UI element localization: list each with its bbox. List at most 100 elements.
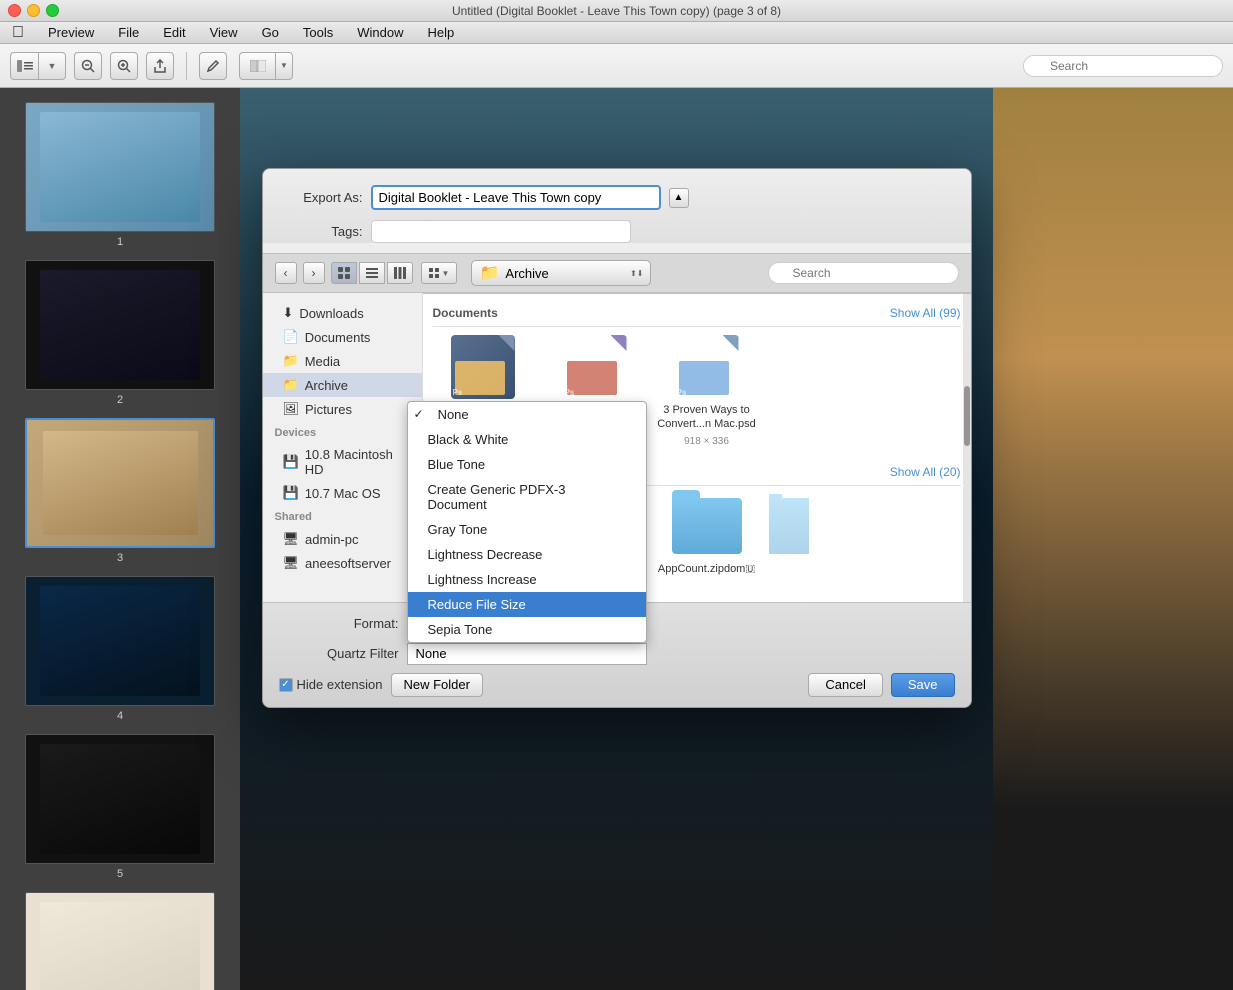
minimize-button[interactable] [27,4,40,17]
quartz-option-blue-tone[interactable]: Blue Tone [408,452,646,477]
close-button[interactable] [8,4,21,17]
location-dropdown[interactable]: 📁 Archive ⬆⬇ [471,260,651,286]
thumb-number-2: 2 [117,394,123,406]
expand-toggle-button[interactable]: ▼ [38,52,66,80]
sidebar-item-macintosh-hd[interactable]: 💾 10.8 Macintosh HD [263,443,422,481]
save-dialog: Export As: ▲ Tags: ‹ › [262,168,972,708]
sidebar-item-archive[interactable]: 📁 Archive [263,373,422,397]
menu-edit[interactable]: Edit [159,23,189,42]
thumbnail-4[interactable]: 4 [0,570,240,728]
sidebar-item-aneesoftserver[interactable]: 🖥 aneesoftserver [263,551,422,575]
thumbnail-3[interactable]: 3 [0,412,240,570]
sidebar-toggle-button[interactable] [10,52,38,80]
right-preview-strip [993,88,1233,990]
file-size-2: 918 × 336 [684,436,729,447]
panel-button[interactable] [239,52,275,80]
file-name-2: 3 Proven Ways to Convert...n Mac.psd [657,403,757,432]
documents-section-title: Documents [433,306,498,320]
quartz-dropdown: None Black & White Blue Tone Create Gene… [407,401,647,643]
folder-name-2: AppCount.zipdom🇺 [658,562,755,576]
file-item-3[interactable] [769,335,819,447]
menu-file[interactable]: File [114,23,143,42]
icon-view-button[interactable] [331,262,357,284]
apple-menu[interactable]:  [8,22,28,44]
quartz-option-lightness-decrease[interactable]: Lightness Decrease [408,542,646,567]
menu-view[interactable]: View [206,23,242,42]
folders-show-all[interactable]: Show All (20) [890,465,961,479]
scrollbar-track[interactable] [963,294,971,602]
new-folder-button[interactable]: New Folder [391,673,483,697]
file-search-input[interactable] [768,262,959,284]
thumbnail-5[interactable]: 5 [0,728,240,886]
zoom-out-button[interactable] [74,52,102,80]
dialog-bottom: Format: PDF ▼ Quartz Filter [263,602,971,707]
hide-extension-checkbox[interactable]: ✓ [279,678,293,692]
quartz-option-label: None [438,407,469,422]
folder-item-3[interactable] [769,494,809,576]
quartz-option-label: Blue Tone [428,457,486,472]
menu-help[interactable]: Help [424,23,459,42]
quartz-option-label: Lightness Increase [428,572,537,587]
maximize-button[interactable] [46,4,59,17]
toolbar: ▼ [0,44,1233,88]
sidebar-item-mac-os[interactable]: 💾 10.7 Mac OS [263,481,422,505]
quartz-option-none[interactable]: None [408,402,646,427]
quartz-option-reduce-file-size[interactable]: Reduce File Size [408,592,646,617]
nav-back-button[interactable]: ‹ [275,262,297,284]
thumb-number-4: 4 [117,710,123,722]
search-input[interactable] [1023,55,1223,77]
tags-input[interactable] [371,220,631,243]
quartz-option-pdfx3[interactable]: Create Generic PDFX-3 Document [408,477,646,517]
tags-row: Tags: [283,220,951,243]
bottom-actions: ✓ Hide extension New Folder Cancel Save [279,673,955,697]
quartz-option-lightness-increase[interactable]: Lightness Increase [408,567,646,592]
quartz-option-black-white[interactable]: Black & White [408,427,646,452]
sidebar-item-documents[interactable]: 📄 Documents [263,325,422,349]
menu-tools[interactable]: Tools [299,23,337,42]
file-icon-0: Ps [443,335,523,399]
quartz-option-gray-tone[interactable]: Gray Tone [408,517,646,542]
menu-go[interactable]: Go [258,23,283,42]
sidebar-item-label: aneesoftserver [305,556,391,571]
folder-icon-3 [769,494,809,558]
scrollbar-thumb[interactable] [964,386,970,446]
dialog-nav: ‹ › [263,253,971,293]
sidebar-item-label: Archive [305,378,348,393]
file-item-2[interactable]: Ps 3 Proven Ways to Convert...n Mac.psd … [657,335,757,447]
arrange-button[interactable]: ▼ [421,262,457,284]
thumbnail-1[interactable]: 1 [0,96,240,254]
titlebar: Untitled (Digital Booklet - Leave This T… [0,0,1233,22]
list-view-button[interactable] [359,262,385,284]
panel-arrow-button[interactable]: ▼ [275,52,293,80]
sidebar-item-label: Downloads [299,306,363,321]
hd-icon: 💾 [283,454,299,470]
sidebar-item-media[interactable]: 📁 Media [263,349,422,373]
traffic-lights[interactable] [8,4,59,17]
documents-show-all[interactable]: Show All (99) [890,306,961,320]
column-view-button[interactable] [387,262,413,284]
sidebar-item-downloads[interactable]: ⬇ Downloads [263,301,422,325]
export-as-input[interactable] [371,185,661,210]
quartz-option-sepia-tone[interactable]: Sepia Tone [408,617,646,642]
quartz-option-label: Lightness Decrease [428,547,543,562]
cancel-button[interactable]: Cancel [808,673,882,697]
menu-preview[interactable]: Preview [44,23,98,42]
sidebar-item-pictures[interactable]: 🖼 Pictures [263,397,422,421]
menu-window[interactable]: Window [353,23,407,42]
save-button[interactable]: Save [891,673,955,697]
zoom-in-button[interactable] [110,52,138,80]
search-wrapper: 🔍 [768,262,959,284]
quartz-select-button[interactable]: None [407,643,647,665]
thumbnail-2[interactable]: 2 [0,254,240,412]
thumbnail-6[interactable]: 6 [0,886,240,990]
quartz-option-label: Create Generic PDFX-3 Document [428,482,626,512]
sidebar-item-label: Media [305,354,340,369]
markup-button[interactable] [199,52,227,80]
sidebar-item-admin-pc[interactable]: 🖥 admin-pc [263,527,422,551]
quartz-current-value: None [416,646,447,661]
nav-forward-button[interactable]: › [303,262,325,284]
quartz-filter-label: Quartz Filter [279,646,399,661]
folder-item-2[interactable]: AppCount.zipdom🇺 [657,494,757,576]
expand-button[interactable]: ▲ [669,188,689,208]
share-button[interactable] [146,52,174,80]
